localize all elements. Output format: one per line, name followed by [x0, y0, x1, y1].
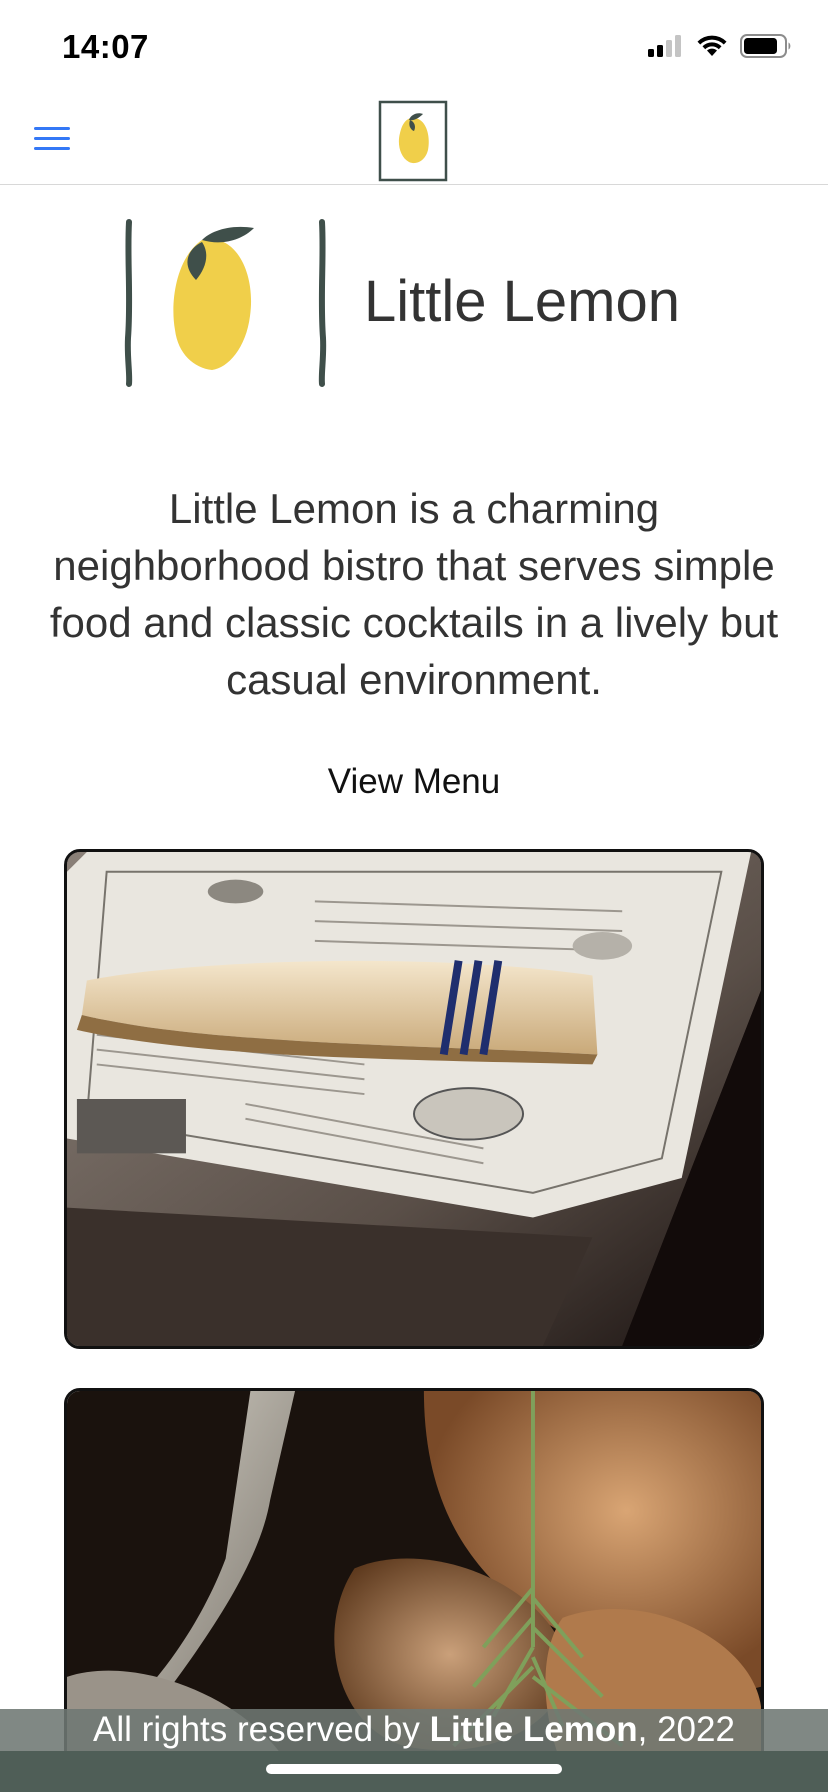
footer: All rights reserved by Little Lemon, 202… [0, 1709, 828, 1751]
view-menu-button[interactable]: View Menu [0, 762, 828, 802]
status-time: 14:07 [62, 28, 149, 65]
brand-title: Little Lemon [364, 269, 680, 334]
app-screen: 14:07 Little Lemon Little Lemon is a cha… [0, 0, 828, 1792]
table-setting-photo [64, 849, 764, 1349]
wifi-icon [697, 35, 727, 56]
lemon-logo-icon [124, 219, 327, 387]
hamburger-menu-icon[interactable] [32, 124, 72, 154]
footer-prefix: All rights reserved by [93, 1710, 430, 1749]
app-header [0, 96, 828, 185]
restaurant-description: Little Lemon is a charming neighborhood … [49, 485, 779, 703]
footer-suffix: , 2022 [637, 1710, 735, 1749]
status-icons [648, 34, 792, 58]
status-bar: 14:07 [0, 0, 828, 96]
header-logo-icon [378, 100, 448, 182]
home-indicator[interactable] [266, 1764, 562, 1774]
battery-icon [740, 34, 791, 58]
cellular-signal-icon [648, 35, 681, 57]
brand-section: Little Lemon [118, 218, 718, 388]
footer-brand: Little Lemon [429, 1710, 638, 1749]
